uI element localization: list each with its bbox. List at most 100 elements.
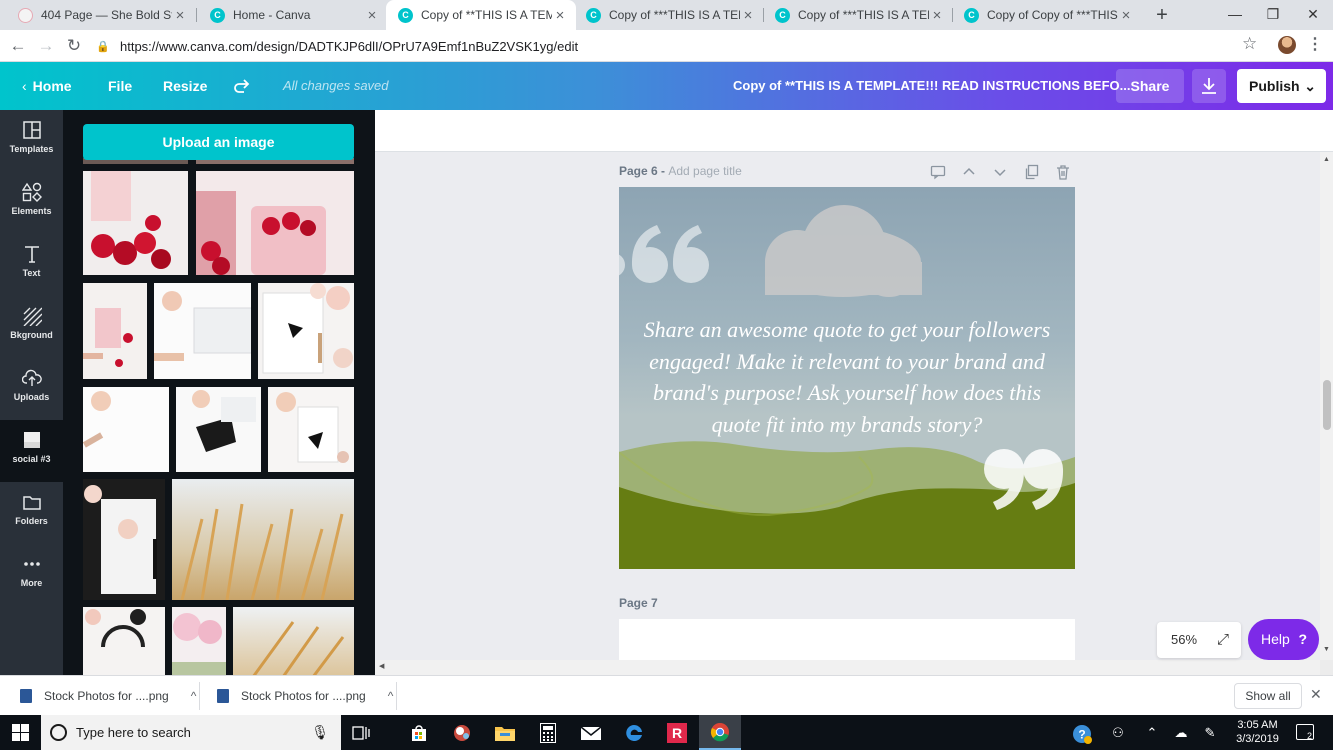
close-icon[interactable]: × bbox=[1118, 7, 1134, 24]
sidebar-item-background[interactable]: Bkground bbox=[0, 296, 63, 358]
design-page-6[interactable]: Share an awesome quote to get your follo… bbox=[619, 187, 1075, 569]
chevron-up-icon[interactable]: ^ bbox=[388, 689, 394, 703]
restore-button[interactable]: ❐ bbox=[1253, 0, 1293, 30]
forward-button[interactable]: → bbox=[34, 34, 58, 58]
design-title[interactable]: Copy of **THIS IS A TEMPLATE!!! READ INS… bbox=[733, 62, 1130, 110]
browser-tab[interactable]: C Home - Canva × bbox=[198, 0, 388, 30]
close-icon[interactable]: ✕ bbox=[1310, 686, 1322, 703]
snip-tool-icon[interactable] bbox=[441, 715, 483, 750]
sidebar-item-text[interactable]: Text bbox=[0, 234, 63, 296]
browser-menu-icon[interactable]: ⋮ bbox=[1307, 34, 1323, 54]
browser-tab[interactable]: C Copy of ***THIS IS A TEMPL × bbox=[763, 0, 953, 30]
close-window-button[interactable]: ✕ bbox=[1293, 0, 1333, 30]
photo-thumbnail[interactable] bbox=[172, 607, 226, 675]
browser-tab[interactable]: C Copy of Copy of ***THIS IS A × bbox=[952, 0, 1142, 30]
photo-thumbnail[interactable] bbox=[83, 479, 165, 600]
photo-thumbnail[interactable] bbox=[83, 607, 165, 675]
chevron-up-icon[interactable]: ⌃ bbox=[1144, 715, 1160, 750]
scroll-down-arrow-icon[interactable]: ▼ bbox=[1323, 646, 1330, 653]
chevron-up-icon[interactable]: ^ bbox=[191, 689, 197, 703]
resize-button[interactable]: Resize bbox=[163, 62, 207, 110]
download-item[interactable]: Stock Photos for ....png ^ bbox=[20, 676, 196, 716]
sidebar-item-folders[interactable]: Folders bbox=[0, 482, 63, 544]
minimize-button[interactable]: — bbox=[1215, 0, 1255, 30]
show-all-button[interactable]: Show all bbox=[1234, 683, 1302, 709]
photo-thumbnail[interactable] bbox=[172, 479, 354, 600]
uploads-panel: Upload an image bbox=[63, 110, 375, 675]
publish-button[interactable]: Publish ⌄ bbox=[1237, 69, 1326, 103]
photo-thumbnail[interactable] bbox=[196, 171, 354, 275]
photo-thumbnail[interactable] bbox=[233, 607, 354, 675]
photo-thumbnail[interactable] bbox=[176, 387, 261, 472]
upload-image-button[interactable]: Upload an image bbox=[83, 124, 354, 160]
comment-icon[interactable] bbox=[930, 164, 946, 180]
sidebar-item-templates[interactable]: Templates bbox=[0, 110, 63, 172]
new-tab-button[interactable]: + bbox=[1150, 3, 1174, 27]
scroll-left-arrow-icon[interactable]: ◀ bbox=[379, 662, 384, 670]
close-icon[interactable]: × bbox=[929, 7, 945, 24]
sidebar-item-elements[interactable]: Elements bbox=[0, 172, 63, 234]
photo-thumbnail[interactable] bbox=[268, 387, 354, 472]
zoom-control[interactable]: 56% ⤢ bbox=[1157, 622, 1241, 658]
close-icon[interactable]: × bbox=[552, 7, 568, 24]
pen-icon[interactable]: ✎ bbox=[1200, 715, 1220, 750]
browser-tab-active[interactable]: C Copy of **THIS IS A TEMPLA × bbox=[386, 0, 576, 30]
chrome-browser-icon[interactable] bbox=[699, 715, 741, 750]
scrollbar-thumb[interactable] bbox=[1323, 380, 1331, 430]
photo-thumbnail[interactable] bbox=[83, 171, 188, 275]
photo-thumbnail[interactable] bbox=[83, 283, 147, 379]
store-icon[interactable] bbox=[398, 715, 440, 750]
close-icon[interactable]: × bbox=[740, 7, 756, 24]
photo-thumbnail[interactable] bbox=[83, 387, 169, 472]
zoom-level: 56% bbox=[1171, 632, 1198, 647]
duplicate-page-icon[interactable] bbox=[1024, 164, 1040, 180]
file-explorer-icon[interactable] bbox=[484, 715, 526, 750]
design-page-7[interactable] bbox=[619, 619, 1075, 660]
download-button[interactable] bbox=[1192, 69, 1226, 103]
scroll-up-arrow-icon[interactable]: ▲ bbox=[1323, 156, 1330, 163]
calculator-icon[interactable] bbox=[527, 715, 569, 750]
close-icon[interactable]: × bbox=[364, 7, 380, 24]
people-icon[interactable]: ⚇ bbox=[1108, 715, 1128, 750]
mail-icon[interactable] bbox=[570, 715, 612, 750]
notification-center-icon[interactable]: 2 bbox=[1296, 724, 1314, 741]
photo-thumbnail[interactable] bbox=[154, 283, 251, 379]
delete-page-icon[interactable] bbox=[1055, 164, 1071, 180]
bookmark-star-icon[interactable]: ☆ bbox=[1242, 34, 1257, 54]
close-icon[interactable]: × bbox=[172, 7, 188, 24]
photo-thumbnail[interactable] bbox=[258, 283, 354, 379]
taskbar-search-input[interactable]: Type here to search 🎙 bbox=[41, 715, 341, 750]
reload-button[interactable]: ↻ bbox=[62, 34, 86, 58]
redo-button[interactable] bbox=[232, 62, 252, 110]
quote-text[interactable]: Share an awesome quote to get your follo… bbox=[619, 314, 1075, 440]
back-button[interactable]: ← bbox=[6, 34, 30, 58]
onedrive-cloud-icon[interactable]: ☁ bbox=[1170, 715, 1192, 750]
windows-start-icon[interactable] bbox=[12, 724, 29, 741]
help-tray-icon[interactable]: ? bbox=[1070, 715, 1094, 750]
profile-avatar[interactable] bbox=[1278, 36, 1296, 54]
add-page-title-input[interactable]: Add page title bbox=[668, 164, 741, 178]
fullscreen-expand-icon[interactable]: ⤢ bbox=[1217, 622, 1229, 658]
share-button[interactable]: Share bbox=[1116, 69, 1184, 103]
help-button[interactable]: Help ? bbox=[1248, 619, 1319, 660]
cloud-shape bbox=[765, 205, 922, 297]
microphone-icon[interactable]: 🎙 bbox=[311, 715, 329, 750]
browser-tab[interactable]: 404 Page — She Bold Stock × bbox=[6, 0, 196, 30]
chevron-down-icon[interactable] bbox=[992, 164, 1008, 180]
download-item[interactable]: Stock Photos for ....png ^ bbox=[217, 676, 393, 716]
home-button[interactable]: ‹ Home bbox=[22, 62, 72, 110]
address-bar[interactable]: 🔒 https://www.canva.com/design/DADTKJP6d… bbox=[96, 34, 1271, 58]
edge-browser-icon[interactable] bbox=[613, 715, 655, 750]
vertical-scrollbar[interactable]: ▲ ▼ bbox=[1320, 152, 1333, 660]
task-view-icon[interactable] bbox=[340, 715, 382, 750]
file-menu-button[interactable]: File bbox=[108, 62, 132, 110]
chevron-up-icon[interactable] bbox=[961, 164, 977, 180]
sidebar-item-social-3[interactable]: social #3 bbox=[0, 420, 63, 482]
browser-tab[interactable]: C Copy of ***THIS IS A TEMPL × bbox=[574, 0, 764, 30]
r-app-icon[interactable]: R bbox=[656, 715, 698, 750]
sidebar-item-label: More bbox=[20, 578, 43, 588]
horizontal-scrollbar[interactable]: ◀ bbox=[375, 660, 1320, 675]
sidebar-item-more[interactable]: More bbox=[0, 544, 63, 606]
sidebar-item-uploads[interactable]: Uploads bbox=[0, 358, 63, 420]
taskbar-clock[interactable]: 3:05 AM 3/3/2019 bbox=[1230, 718, 1285, 746]
